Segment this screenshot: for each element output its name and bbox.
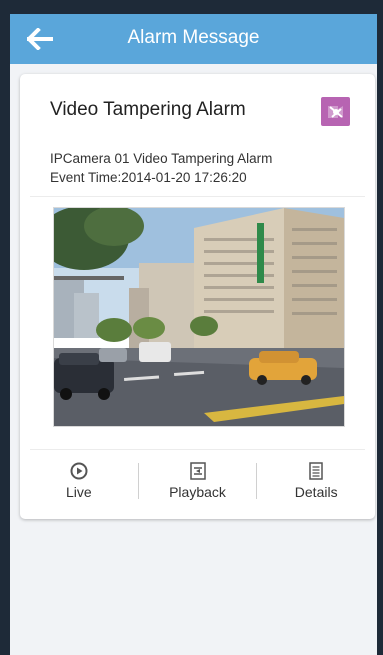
app-screen: Alarm Message Video Tampering Alarm IPCa…	[10, 14, 377, 655]
live-label: Live	[65, 484, 92, 500]
playback-button[interactable]: Playback	[139, 457, 257, 505]
alarm-snapshot[interactable]	[53, 207, 345, 427]
playback-label: Playback	[169, 484, 226, 500]
details-label: Details	[294, 484, 338, 500]
alarm-card: Video Tampering Alarm IPCamera 01 Video …	[20, 74, 375, 519]
action-bar: Live Playback Details	[20, 457, 375, 505]
divider	[30, 449, 365, 450]
app-header: Alarm Message	[10, 14, 377, 64]
divider	[30, 196, 365, 197]
play-icon	[70, 462, 88, 480]
event-time: Event Time:2014-01-20 17:26:20	[50, 170, 247, 185]
video-tampering-icon	[321, 97, 350, 126]
alarm-title: Video Tampering Alarm	[50, 99, 246, 120]
device-frame: Alarm Message Video Tampering Alarm IPCa…	[0, 0, 383, 655]
alarm-description: IPCamera 01 Video Tampering Alarm	[50, 151, 273, 166]
street-scene-image	[54, 208, 344, 426]
details-button[interactable]: Details	[257, 457, 375, 505]
playback-icon	[189, 462, 206, 480]
page-title: Alarm Message	[127, 27, 260, 48]
live-button[interactable]: Live	[20, 457, 138, 505]
details-icon	[309, 462, 323, 480]
alarm-description-block: IPCamera 01 Video Tampering Alarm Event …	[50, 149, 272, 187]
